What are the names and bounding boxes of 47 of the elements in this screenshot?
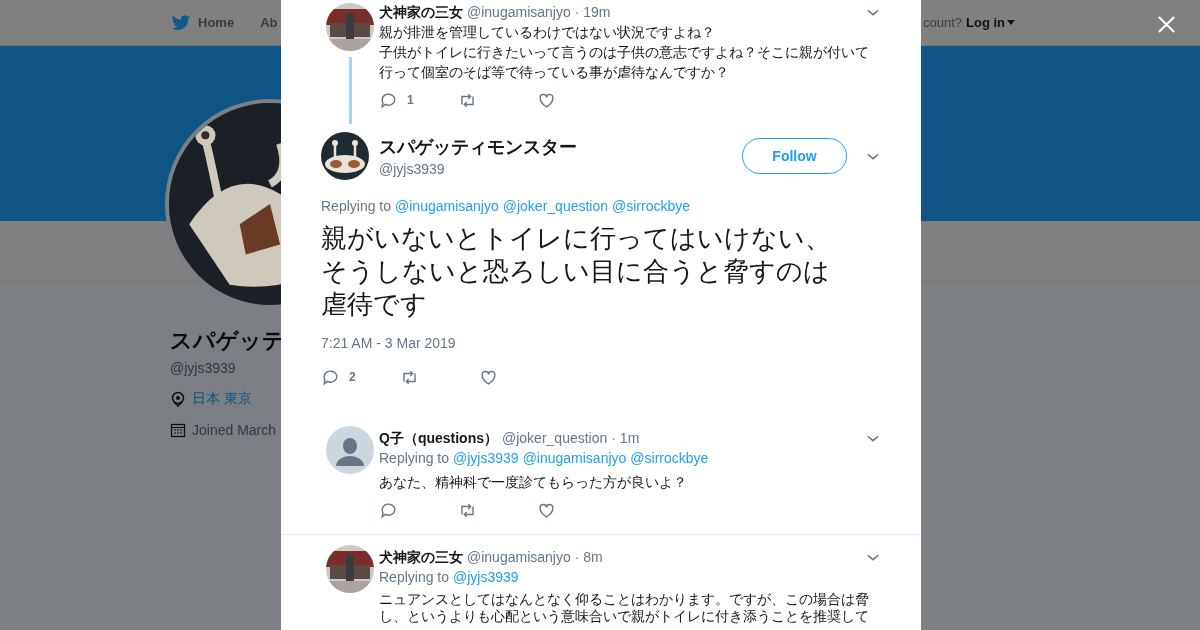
- author-name[interactable]: 犬神家の三女: [379, 2, 463, 22]
- tweet-text-line: ニュアンスとしてはなんとなく仰ることはわかります。ですが、この場合は脅: [379, 591, 869, 608]
- author-handle[interactable]: @jyjs3939: [379, 161, 742, 177]
- reply-icon[interactable]: [379, 500, 398, 520]
- login-link[interactable]: Log in: [966, 15, 1005, 30]
- tweet-text-line: そうしないと恐ろしい目に合うと脅すのは: [321, 255, 830, 288]
- tweet-time[interactable]: · 1m: [611, 428, 640, 448]
- profile-handle: @jyjs3939: [170, 360, 236, 376]
- location-icon[interactable]: [170, 391, 186, 407]
- tweet-text-line: 親がいないとトイレに行ってはいけない、: [321, 222, 831, 255]
- reply-icon[interactable]: [379, 90, 398, 110]
- author-name[interactable]: Q子（questions）: [379, 428, 498, 448]
- mention-link[interactable]: @jyjs3939: [453, 567, 519, 587]
- account-prompt: count?: [922, 15, 962, 30]
- profile-name: スパゲッテ: [170, 327, 285, 355]
- mention-link[interactable]: @inugamisanjyo: [395, 196, 499, 216]
- tweet-text-line: あなた、精神科で一度診てもらった方が良いよ？: [379, 473, 687, 492]
- nav-link[interactable]: Ab: [260, 15, 278, 30]
- nav-link[interactable]: Home: [198, 15, 235, 30]
- calendar-icon[interactable]: [170, 422, 186, 438]
- tweet-timestamp: 7:21 AM - 3 Mar 2019: [321, 335, 457, 351]
- mention-link[interactable]: @jyjs3939: [453, 448, 519, 468]
- tweet-text-line: 子供がトイレに行きたいって言うのは子供の意志ですよね？そこに親が付いて: [379, 43, 869, 62]
- replying-label: Replying to: [379, 568, 450, 587]
- author-handle[interactable]: @inugamisanjyo: [467, 547, 571, 567]
- tweet-time[interactable]: · 19m: [574, 2, 611, 22]
- caret-icon[interactable]: [1007, 20, 1015, 25]
- close-icon[interactable]: [1157, 15, 1176, 34]
- author-name[interactable]: スパゲッティモンスター: [379, 135, 742, 159]
- author-handle[interactable]: @joker_question: [502, 428, 608, 448]
- reply-icon[interactable]: [321, 367, 340, 387]
- tweet-text-line: し、というよりも心配という意味合いで親がトイレに付き添うことを推奨して: [379, 608, 869, 625]
- author-name[interactable]: 犬神家の三女: [379, 547, 463, 567]
- replying-label: Replying to: [379, 449, 450, 468]
- default-avatar-icon: [326, 426, 374, 474]
- follow-button[interactable]: Follow: [742, 138, 847, 174]
- mention-link[interactable]: @sirrockbye: [630, 448, 709, 468]
- mention-link[interactable]: @inugamisanjyo: [522, 448, 627, 468]
- reply-count: 1: [407, 93, 414, 107]
- tweet-time[interactable]: · 8m: [574, 547, 603, 567]
- profile-joined: Joined March: [192, 422, 277, 438]
- mention-link[interactable]: @joker_question: [502, 196, 609, 216]
- tweet-text-line: 行って個室のそば等で待っている事が虐待なんですか？: [379, 63, 729, 82]
- tweet-text-line: 親が排泄を管理しているわけではない状況ですよね？: [379, 23, 715, 42]
- reply-count: 2: [349, 370, 356, 384]
- mention-link[interactable]: @sirrockbye: [612, 196, 691, 216]
- author-handle[interactable]: @inugamisanjyo: [467, 2, 571, 22]
